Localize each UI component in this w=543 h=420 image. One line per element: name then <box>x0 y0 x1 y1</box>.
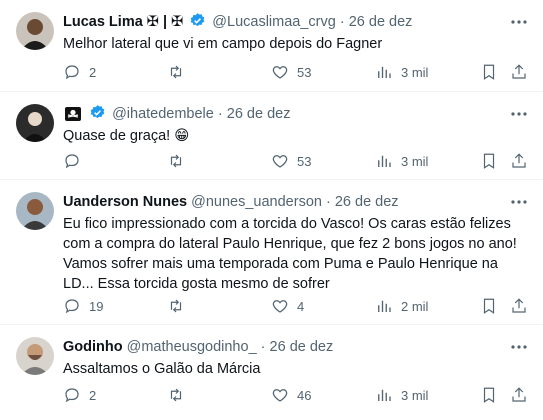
more-icon[interactable] <box>509 339 529 355</box>
tweet-header: @ihatedembele · 26 de dez <box>63 104 503 124</box>
avatar-godinho[interactable] <box>16 337 54 375</box>
reply-button[interactable]: 19 <box>63 296 103 316</box>
action-bar: 2 53 3 mil <box>63 62 529 82</box>
reply-feed: Lucas Lima ✠ | ✠ @Lucaslimaa_crvg · 26 d… <box>0 0 543 420</box>
user-handle[interactable]: @nunes_uanderson <box>191 194 322 210</box>
tweet-ihatedembele[interactable]: @ihatedembele · 26 de dez Quase de graça… <box>0 92 543 180</box>
bookmark-icon[interactable] <box>479 296 499 316</box>
like-count: 53 <box>297 153 312 169</box>
retweet-icon <box>170 299 182 313</box>
retweet-button[interactable] <box>167 62 193 82</box>
separator-dot: · <box>325 194 331 210</box>
reply-icon <box>65 65 79 80</box>
retweet-icon <box>170 154 182 168</box>
user-handle[interactable]: @ihatedembele <box>112 106 214 122</box>
action-bar: 2 46 3 mil <box>63 385 529 405</box>
share-icon[interactable] <box>509 385 529 405</box>
tweet-date[interactable]: 26 de dez <box>270 339 334 355</box>
separator-dot: · <box>260 339 266 355</box>
like-count: 53 <box>297 64 312 80</box>
more-icon[interactable] <box>509 194 529 210</box>
views-count: 3 mil <box>401 387 429 403</box>
like-button[interactable]: 53 <box>271 62 311 82</box>
retweet-button[interactable] <box>167 151 193 171</box>
tweet-text: Quase de graça! 😁 <box>63 128 190 144</box>
avatar-ihatedembele[interactable] <box>16 104 54 142</box>
tweet-text: Eu fico impressionado com a torcida do V… <box>63 216 517 292</box>
bookmark-icon[interactable] <box>479 151 499 171</box>
views-count: 3 mil <box>401 64 429 80</box>
reply-icon <box>65 388 79 403</box>
reply-button[interactable]: 2 <box>63 62 96 82</box>
views-button[interactable]: 3 mil <box>375 62 428 82</box>
views-icon <box>378 389 391 401</box>
bookmark-icon[interactable] <box>479 385 499 405</box>
views-button[interactable]: 3 mil <box>375 151 428 171</box>
action-bar: 53 3 mil <box>63 151 529 171</box>
tweet-header: Godinho @matheusgodinho_ · 26 de dez <box>63 337 503 357</box>
verified-badge-icon <box>189 12 206 35</box>
more-icon[interactable] <box>509 106 529 122</box>
reply-count: 2 <box>89 64 97 80</box>
tweet-uanderson-nunes[interactable]: Uanderson Nunes @nunes_uanderson · 26 de… <box>0 180 543 325</box>
display-name[interactable]: Lucas Lima ✠ | ✠ <box>63 14 183 30</box>
reply-button[interactable] <box>63 151 89 171</box>
tweet-date[interactable]: 26 de dez <box>335 194 399 210</box>
tweet-text: Assaltamos o Galão da Márcia <box>63 361 261 377</box>
separator-dot: · <box>339 14 345 30</box>
separator-dot: · <box>217 106 223 122</box>
reply-count: 19 <box>89 298 104 314</box>
share-icon[interactable] <box>509 151 529 171</box>
like-count: 4 <box>297 298 305 314</box>
user-handle[interactable]: @Lucaslimaa_crvg <box>212 14 336 30</box>
like-icon <box>272 389 288 402</box>
display-name[interactable]: Godinho <box>63 339 123 355</box>
avatar-lucas-lima[interactable] <box>16 12 54 50</box>
views-icon <box>378 155 391 167</box>
tweet-text: Melhor lateral que vi em campo depois do… <box>63 36 383 52</box>
like-button[interactable]: 53 <box>271 151 311 171</box>
share-icon[interactable] <box>509 296 529 316</box>
views-button[interactable]: 2 mil <box>375 296 428 316</box>
views-count: 2 mil <box>401 298 429 314</box>
views-icon <box>378 300 391 312</box>
tweet-date[interactable]: 26 de dez <box>227 106 291 122</box>
retweet-icon <box>170 388 182 402</box>
like-icon <box>272 66 288 79</box>
avatar-uanderson-nunes[interactable] <box>16 192 54 230</box>
like-button[interactable]: 4 <box>271 296 304 316</box>
pirate-flag-icon <box>65 107 81 127</box>
share-icon[interactable] <box>509 62 529 82</box>
reply-button[interactable]: 2 <box>63 385 96 405</box>
action-bar: 19 4 2 mil <box>63 296 529 316</box>
tweet-godinho[interactable]: Godinho @matheusgodinho_ · 26 de dez Ass… <box>0 325 543 420</box>
reply-count: 2 <box>89 387 97 403</box>
retweet-icon <box>170 65 182 79</box>
more-icon[interactable] <box>509 14 529 30</box>
verified-badge-icon <box>89 104 106 127</box>
like-icon <box>272 155 288 168</box>
tweet-date[interactable]: 26 de dez <box>349 14 413 30</box>
like-button[interactable]: 46 <box>271 385 311 405</box>
retweet-button[interactable] <box>167 385 193 405</box>
views-icon <box>378 66 391 78</box>
retweet-button[interactable] <box>167 296 193 316</box>
tweet-lucas-lima[interactable]: Lucas Lima ✠ | ✠ @Lucaslimaa_crvg · 26 d… <box>0 0 543 92</box>
display-name[interactable]: Uanderson Nunes <box>63 194 187 210</box>
views-count: 3 mil <box>401 153 429 169</box>
bookmark-icon[interactable] <box>479 62 499 82</box>
like-icon <box>272 300 288 313</box>
like-count: 46 <box>297 387 312 403</box>
reply-icon <box>65 154 79 169</box>
tweet-header: Uanderson Nunes @nunes_uanderson · 26 de… <box>63 192 503 212</box>
tweet-header: Lucas Lima ✠ | ✠ @Lucaslimaa_crvg · 26 d… <box>63 12 503 32</box>
user-handle[interactable]: @matheusgodinho_ <box>127 339 257 355</box>
reply-icon <box>65 299 79 314</box>
views-button[interactable]: 3 mil <box>375 385 428 405</box>
